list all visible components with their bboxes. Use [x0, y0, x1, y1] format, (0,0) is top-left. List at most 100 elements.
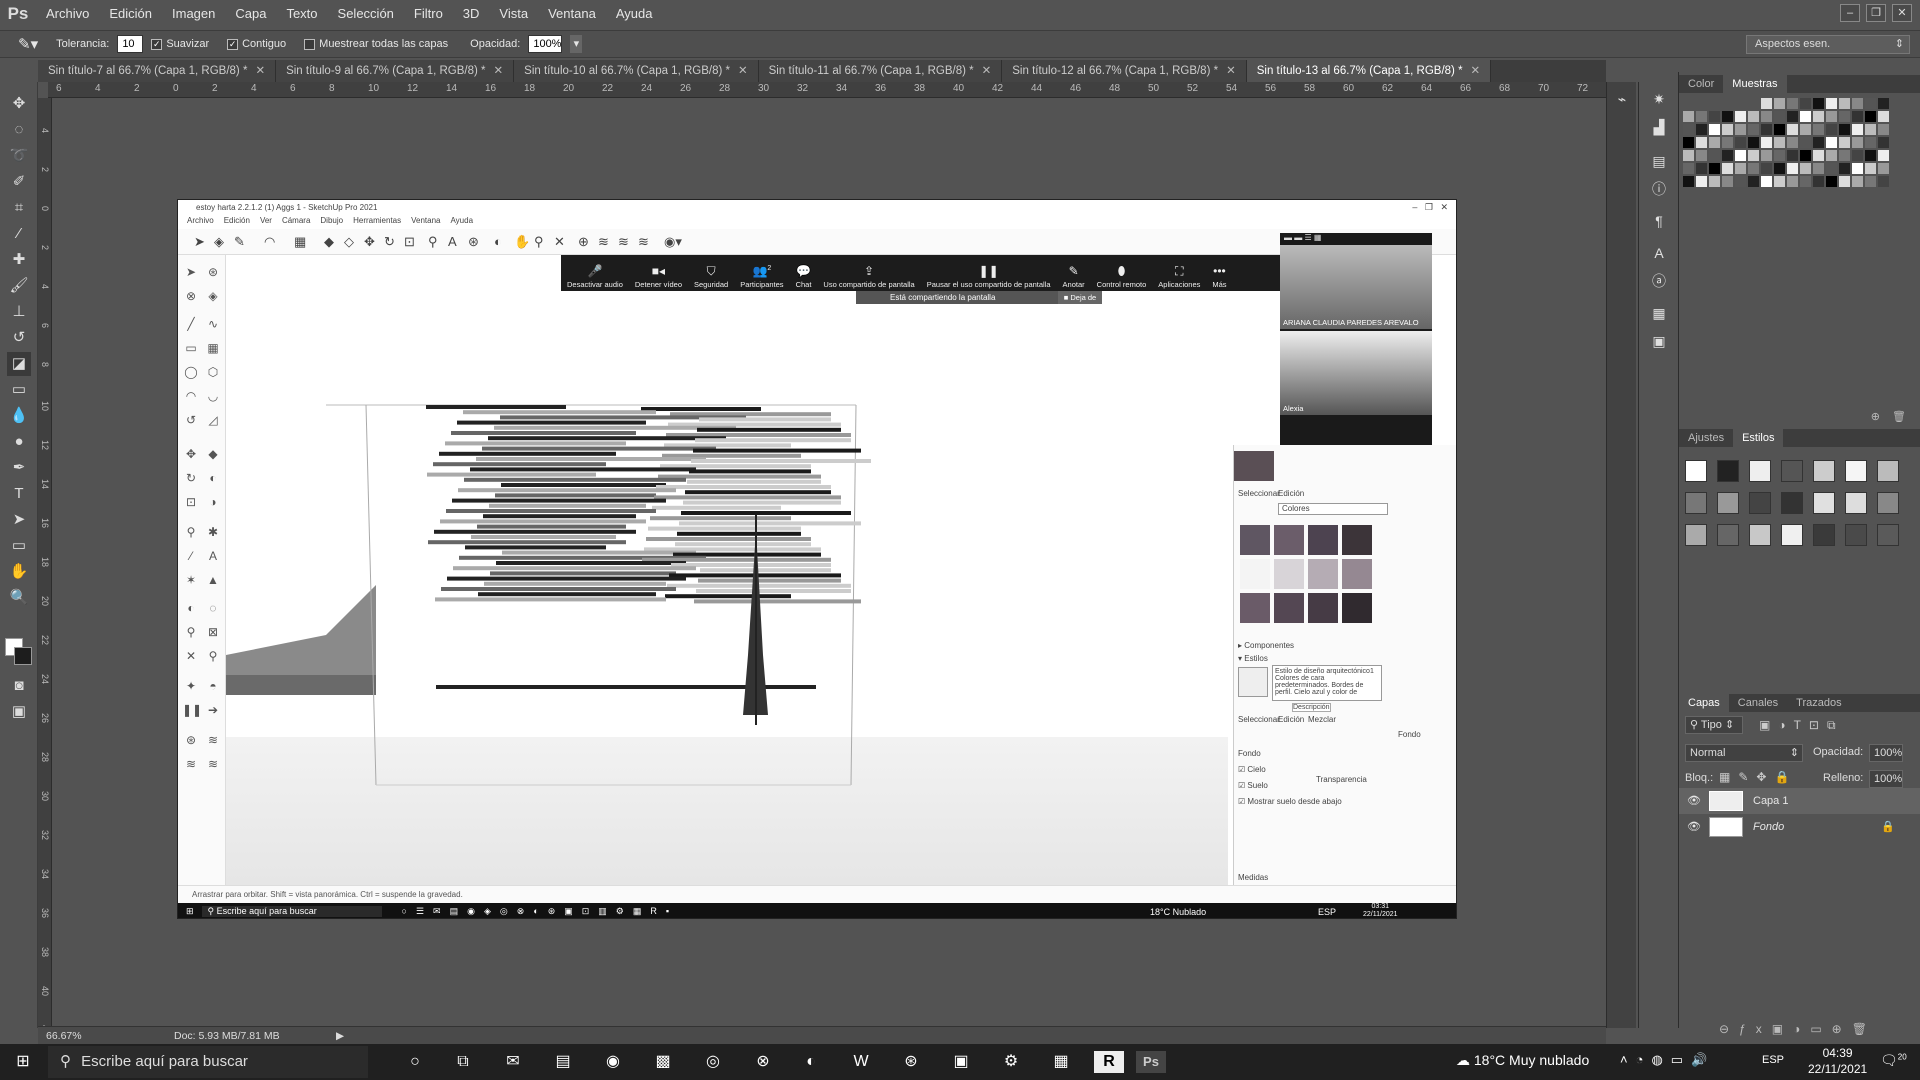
- style-preset[interactable]: [1749, 460, 1771, 482]
- type-tool-icon[interactable]: T: [7, 482, 31, 506]
- color-swatch[interactable]: [1865, 150, 1876, 161]
- color-swatch[interactable]: [1774, 176, 1785, 187]
- move-tool-icon[interactable]: ✥: [7, 92, 31, 116]
- tab-color[interactable]: Color: [1679, 75, 1723, 93]
- color-swatch[interactable]: [1813, 98, 1824, 109]
- eyedropper-tool-icon[interactable]: ⁄: [7, 222, 31, 246]
- color-swatch[interactable]: [1787, 150, 1798, 161]
- color-swatch[interactable]: [1800, 163, 1811, 174]
- color-swatch[interactable]: [1878, 163, 1889, 174]
- tab-doc-7[interactable]: Sin título-7 al 66.7% (Capa 1, RGB/8) * ✕: [38, 60, 277, 82]
- color-swatch[interactable]: [1774, 150, 1785, 161]
- tray-icons[interactable]: ˄◔◍▭🔊: [1620, 1052, 1715, 1068]
- color-swatch[interactable]: [1735, 150, 1746, 161]
- lasso-tool-icon[interactable]: ➰: [7, 144, 31, 168]
- screen-mode-icon[interactable]: ▣: [7, 700, 31, 724]
- color-swatch[interactable]: [1683, 124, 1694, 135]
- info-panel-icon[interactable]: ⓘ: [1648, 178, 1670, 200]
- color-swatch[interactable]: [1852, 124, 1863, 135]
- task-view-icon[interactable]: ⧉: [448, 1051, 478, 1073]
- menu-edicion[interactable]: Edición: [99, 0, 162, 28]
- taskbar-search-box[interactable]: ⚲ Escribe aquí para buscar: [48, 1046, 368, 1078]
- tab-adjustments[interactable]: Ajustes: [1679, 429, 1733, 447]
- color-swatch[interactable]: [1709, 163, 1720, 174]
- word-icon[interactable]: W: [846, 1051, 876, 1073]
- style-preset[interactable]: [1685, 524, 1707, 546]
- color-swatch[interactable]: [1826, 124, 1837, 135]
- color-swatch[interactable]: [1683, 98, 1694, 109]
- smooth-checkbox[interactable]: ✓ Suavizar: [151, 38, 209, 50]
- color-swatch[interactable]: [1839, 150, 1850, 161]
- menu-archivo[interactable]: Archivo: [36, 0, 99, 28]
- all-layers-checkbox[interactable]: Muestrear todas las capas: [304, 38, 448, 50]
- color-swatch[interactable]: [1878, 124, 1889, 135]
- color-swatch[interactable]: [1839, 137, 1850, 148]
- color-swatch[interactable]: [1709, 111, 1720, 122]
- color-swatch[interactable]: [1735, 111, 1746, 122]
- document-canvas[interactable]: estoy harta 2.2.1.2 (1) Aggs 1 - SketchU…: [177, 199, 1457, 919]
- zoom-tool-icon[interactable]: 🔍: [7, 586, 31, 610]
- tab-doc-10[interactable]: Sin título-10 al 66.7% (Capa 1, RGB/8) *…: [514, 60, 759, 82]
- sketchup-icon[interactable]: ⊛: [896, 1051, 926, 1073]
- color-swatch[interactable]: [1787, 124, 1798, 135]
- magic-eraser-tool-preset-icon[interactable]: ✎▾: [18, 35, 38, 53]
- color-swatch[interactable]: [1800, 176, 1811, 187]
- minimize-button[interactable]: –: [1840, 4, 1860, 22]
- color-swatch[interactable]: [1735, 176, 1746, 187]
- color-swatch[interactable]: [1709, 124, 1720, 135]
- color-swatch[interactable]: [1748, 98, 1759, 109]
- style-preset[interactable]: [1813, 460, 1835, 482]
- color-swatch[interactable]: [1878, 150, 1889, 161]
- color-swatch[interactable]: [1839, 176, 1850, 187]
- color-swatch[interactable]: [1761, 176, 1772, 187]
- tab-channels[interactable]: Canales: [1729, 694, 1787, 712]
- color-swatch[interactable]: [1735, 163, 1746, 174]
- menu-imagen[interactable]: Imagen: [162, 0, 225, 28]
- color-swatch[interactable]: [1865, 163, 1876, 174]
- calculator-icon[interactable]: ▦: [1046, 1051, 1076, 1073]
- history-panel-icon[interactable]: ⌁: [1611, 88, 1633, 110]
- style-preset[interactable]: [1717, 460, 1739, 482]
- color-swatch[interactable]: [1787, 98, 1798, 109]
- quick-select-tool-icon[interactable]: ✐: [7, 170, 31, 194]
- color-swatch[interactable]: [1709, 98, 1720, 109]
- menu-ayuda[interactable]: Ayuda: [606, 0, 663, 28]
- eraser-tool-icon[interactable]: ◪: [7, 352, 31, 376]
- color-swatch[interactable]: [1722, 111, 1733, 122]
- opacity-dropdown-icon[interactable]: ▾: [570, 35, 583, 53]
- tab-paths[interactable]: Trazados: [1787, 694, 1850, 712]
- close-tab-icon[interactable]: ✕: [982, 65, 992, 77]
- chrome-icon[interactable]: ◎: [698, 1051, 728, 1073]
- rectangle-tool-icon[interactable]: ▭: [7, 534, 31, 558]
- color-swatch[interactable]: [1683, 150, 1694, 161]
- color-swatch[interactable]: [1683, 163, 1694, 174]
- color-swatch[interactable]: [1826, 176, 1837, 187]
- style-preset[interactable]: [1781, 460, 1803, 482]
- style-preset[interactable]: [1749, 492, 1771, 514]
- style-preset[interactable]: [1845, 460, 1867, 482]
- menu-seleccion[interactable]: Selección: [328, 0, 404, 28]
- color-swatch[interactable]: [1839, 111, 1850, 122]
- color-swatch[interactable]: [1813, 124, 1824, 135]
- dodge-tool-icon[interactable]: ●: [7, 430, 31, 454]
- close-tab-icon[interactable]: ✕: [738, 65, 748, 77]
- windows-start-icon[interactable]: ⊞: [8, 1051, 38, 1073]
- close-tab-icon[interactable]: ✕: [1226, 65, 1236, 77]
- color-swatch[interactable]: [1800, 124, 1811, 135]
- color-swatch[interactable]: [1722, 124, 1733, 135]
- close-tab-icon[interactable]: ✕: [494, 65, 504, 77]
- color-swatch[interactable]: [1878, 137, 1889, 148]
- layer-row-capa-1[interactable]: 👁 Capa 1: [1679, 788, 1920, 814]
- close-tab-icon[interactable]: ✕: [1471, 65, 1481, 77]
- notifications-icon[interactable]: 🗨20: [1880, 1052, 1907, 1069]
- history-brush-tool-icon[interactable]: ↺: [7, 326, 31, 350]
- style-preset[interactable]: [1749, 524, 1771, 546]
- restore-button[interactable]: ❐: [1866, 4, 1886, 22]
- color-swatch[interactable]: [1735, 137, 1746, 148]
- tab-layers[interactable]: Capas: [1679, 694, 1729, 712]
- color-swatch[interactable]: [1865, 137, 1876, 148]
- color-swatch[interactable]: [1787, 163, 1798, 174]
- pen-tool-icon[interactable]: ✒: [7, 456, 31, 480]
- color-swatch[interactable]: [1696, 111, 1707, 122]
- glyphs-panel-icon[interactable]: ⓐ: [1648, 270, 1670, 292]
